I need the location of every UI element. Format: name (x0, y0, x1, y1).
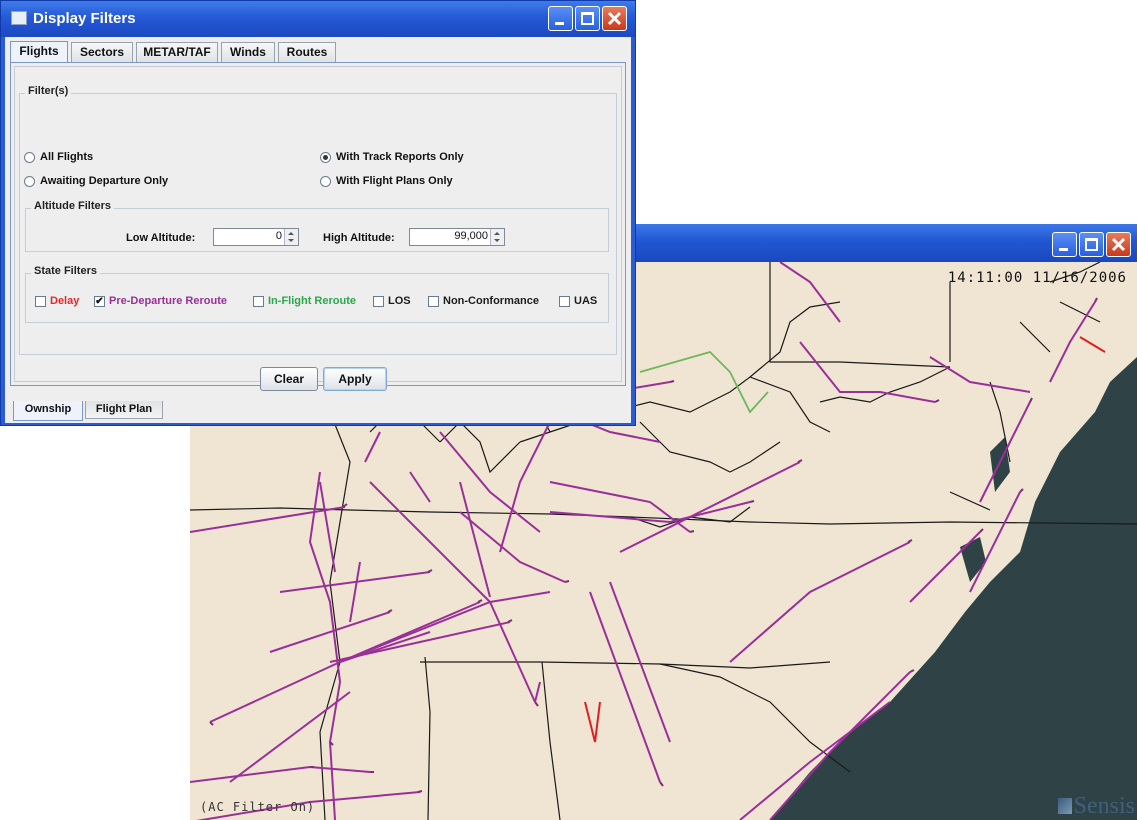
checkbox-los-label: LOS (388, 295, 411, 307)
sensis-logo: Sensis (1057, 793, 1135, 820)
map-filter-status: (AC Filter On) (200, 800, 316, 814)
tab-ownship[interactable]: Ownship (13, 401, 83, 421)
tab-metar-taf[interactable]: METAR/TAF (136, 42, 218, 62)
close-icon[interactable] (1106, 232, 1131, 257)
altitude-filters-group: Altitude Filters (25, 200, 609, 252)
radio-with-track-reports-indicator (320, 151, 331, 163)
close-icon[interactable] (602, 6, 627, 31)
checkbox-in-flight-reroute-box (253, 295, 264, 307)
dialog-body: Flights Sectors METAR/TAF Winds Routes F… (5, 37, 631, 423)
tab-winds[interactable]: Winds (221, 42, 275, 62)
radio-all-flights-label: All Flights (40, 151, 94, 163)
clear-button[interactable]: Clear (260, 367, 318, 391)
map-clock: 14:11:00 11/16/2006 (947, 270, 1127, 286)
high-altitude-label: High Altitude: (323, 232, 395, 244)
checkbox-los[interactable]: LOS (373, 295, 411, 307)
checkbox-uas-box (559, 295, 570, 307)
radio-with-flight-plans-indicator (320, 175, 331, 187)
checkbox-pre-departure-reroute-label: Pre-Departure Reroute (109, 295, 227, 307)
dialog-titlebar[interactable]: Display Filters (1, 1, 635, 37)
window-app-icon (11, 11, 27, 25)
sensis-logo-mark (1057, 798, 1072, 814)
radio-with-track-reports[interactable]: With Track Reports Only (320, 151, 464, 163)
altitude-filters-label: Altitude Filters (31, 200, 115, 212)
apply-button[interactable]: Apply (323, 367, 387, 391)
checkbox-pre-departure-reroute-box: ✔ (94, 295, 105, 307)
minimize-icon[interactable] (1052, 232, 1077, 257)
checkbox-los-box (373, 295, 384, 307)
radio-awaiting-departure-label: Awaiting Departure Only (40, 175, 169, 187)
low-altitude-spinner[interactable]: 0 (213, 228, 299, 246)
high-altitude-value: 99,000 (454, 230, 488, 242)
radio-all-flights-indicator (24, 151, 35, 163)
checkbox-delay-label: Delay (50, 295, 80, 307)
spinner-arrows-icon[interactable] (490, 229, 504, 245)
dialog-title: Display Filters (33, 10, 136, 27)
radio-awaiting-departure-indicator (24, 175, 35, 187)
radio-all-flights[interactable]: All Flights (24, 151, 93, 163)
filters-group-label: Filter(s) (25, 85, 72, 97)
checkbox-non-conformance-label: Non-Conformance (443, 295, 539, 307)
maximize-icon[interactable] (1079, 232, 1104, 257)
checkbox-delay-box (35, 295, 46, 307)
low-altitude-value: 0 (275, 230, 282, 242)
radio-with-flight-plans[interactable]: With Flight Plans Only (320, 175, 453, 187)
display-filters-dialog: Display Filters Flights Sectors METAR/TA… (0, 0, 636, 426)
checkbox-uas-label: UAS (574, 295, 598, 307)
checkbox-delay[interactable]: Delay (35, 295, 79, 307)
low-altitude-label: Low Altitude: (126, 232, 196, 244)
checkbox-non-conformance[interactable]: Non-Conformance (428, 295, 539, 307)
maximize-icon[interactable] (575, 6, 600, 31)
checkbox-non-conformance-box (428, 295, 439, 307)
state-filters-label: State Filters (31, 265, 100, 277)
tab-flight-plan[interactable]: Flight Plan (85, 401, 163, 419)
minimize-icon[interactable] (548, 6, 573, 31)
radio-with-track-reports-label: With Track Reports Only (336, 151, 464, 163)
checkbox-pre-departure-reroute[interactable]: ✔ Pre-Departure Reroute (94, 295, 227, 307)
high-altitude-spinner[interactable]: 99,000 (409, 228, 505, 246)
radio-with-flight-plans-label: With Flight Plans Only (336, 175, 453, 187)
spinner-arrows-icon[interactable] (284, 229, 298, 245)
tab-routes[interactable]: Routes (278, 42, 336, 62)
tab-sectors[interactable]: Sectors (71, 42, 133, 62)
checkbox-in-flight-reroute-label: In-Flight Reroute (268, 295, 356, 307)
checkbox-uas[interactable]: UAS (559, 295, 597, 307)
radio-awaiting-departure[interactable]: Awaiting Departure Only (24, 175, 168, 187)
checkbox-in-flight-reroute[interactable]: In-Flight Reroute (253, 295, 356, 307)
sensis-logo-text: Sensis (1073, 793, 1135, 819)
flights-tab-panel: Filter(s) All Flights Awaiting Departure… (10, 62, 626, 386)
tab-flights[interactable]: Flights (10, 41, 68, 63)
